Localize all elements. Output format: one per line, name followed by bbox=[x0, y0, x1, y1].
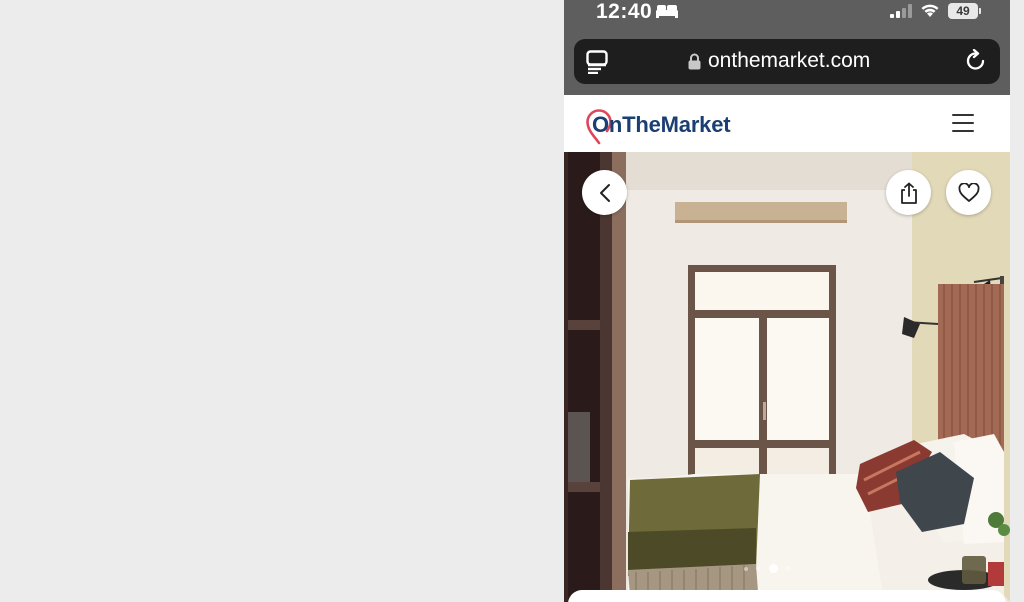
status-bar: 12:40 49 bbox=[564, 0, 1010, 26]
favourite-button[interactable] bbox=[946, 170, 991, 215]
reload-icon[interactable] bbox=[964, 49, 988, 73]
status-time: 12:40 bbox=[596, 0, 653, 23]
tabs-icon[interactable] bbox=[586, 50, 608, 74]
cellular-signal-icon bbox=[890, 4, 912, 18]
chevron-left-icon bbox=[599, 183, 610, 202]
heart-icon bbox=[958, 182, 979, 202]
share-icon bbox=[900, 182, 917, 204]
gallery-pagination bbox=[744, 564, 791, 573]
bottom-sheet bbox=[568, 590, 1006, 602]
bed-icon bbox=[656, 5, 678, 18]
bedroom-photo-image bbox=[564, 152, 1010, 602]
site-header: OnTheMarket bbox=[564, 95, 1010, 152]
lock-icon bbox=[688, 53, 701, 70]
right-gutter bbox=[1010, 0, 1024, 602]
gallery-dot-active[interactable] bbox=[769, 564, 778, 573]
wifi-icon bbox=[921, 4, 939, 17]
phone-screen: 12:40 49 onthemarket.com OnTheMarket bbox=[564, 0, 1010, 602]
back-button[interactable] bbox=[582, 170, 627, 215]
property-photo[interactable] bbox=[564, 152, 1010, 602]
logo-text: OnTheMarket bbox=[592, 112, 731, 137]
battery-icon: 49 bbox=[948, 3, 978, 19]
share-button[interactable] bbox=[886, 170, 931, 215]
url-text[interactable]: onthemarket.com bbox=[708, 49, 870, 73]
gallery-dot[interactable] bbox=[744, 566, 748, 571]
gallery-dot[interactable] bbox=[786, 566, 791, 571]
gallery-dot[interactable] bbox=[756, 566, 761, 571]
battery-nub bbox=[979, 8, 981, 14]
menu-icon[interactable] bbox=[952, 113, 974, 133]
browser-url-bar[interactable]: onthemarket.com bbox=[574, 39, 1000, 84]
